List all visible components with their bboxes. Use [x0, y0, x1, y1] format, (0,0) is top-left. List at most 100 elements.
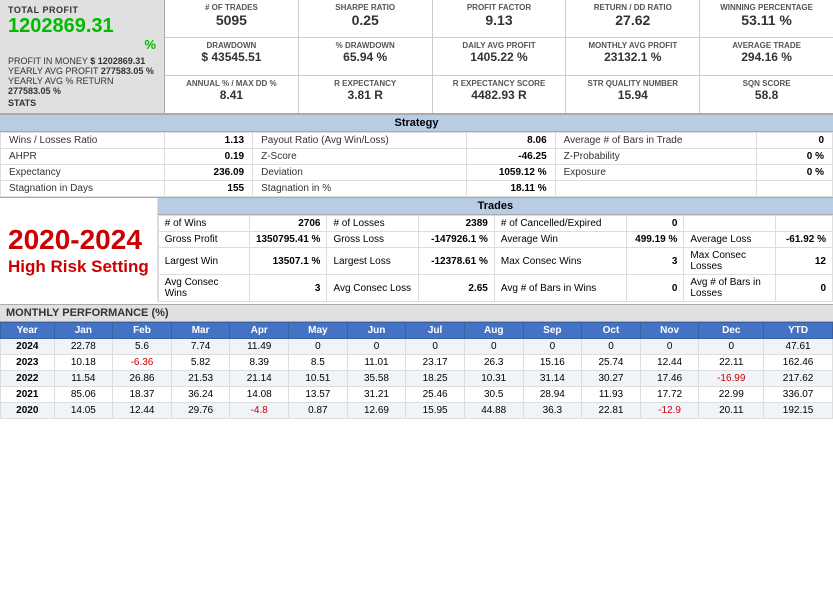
- monthly-cell: 25.74: [582, 355, 641, 371]
- monthly-row: 202185.0618.3736.2414.0813.5731.2125.463…: [1, 387, 833, 403]
- monthly-cell: 336.07: [764, 387, 833, 403]
- yearly-return-label: YEARLY AVG % RETURN: [8, 76, 156, 86]
- total-profit-box: TOTAL PROFIT 1202869.31 % PROFIT IN MONE…: [0, 0, 165, 113]
- monthly-cell: 8.5: [289, 355, 348, 371]
- col-may: May: [289, 323, 348, 339]
- total-profit-label: TOTAL PROFIT: [8, 5, 156, 15]
- monthly-row: 202422.785.67.7411.490000000047.61: [1, 339, 833, 355]
- total-profit-value: 1202869.31: [8, 15, 156, 37]
- stat-sharpe: SHARPE RATIO 0.25: [299, 0, 433, 37]
- stat-str-quality: STR QUALITY NUMBER 15.94: [566, 76, 700, 113]
- stat-drawdown: DRAWDOWN $ 43545.51: [165, 38, 299, 75]
- monthly-cell: 11.49: [230, 339, 289, 355]
- profit-money-label: PROFIT IN MONEY: [8, 56, 88, 66]
- monthly-cell: 36.3: [523, 403, 582, 419]
- monthly-cell: 23.17: [406, 355, 465, 371]
- monthly-cell: 17.72: [640, 387, 699, 403]
- monthly-cell: 36.24: [171, 387, 230, 403]
- monthly-cell: 21.14: [230, 371, 289, 387]
- stat-profit-factor: PROFIT FACTOR 9.13: [433, 0, 567, 37]
- strategy-header: Strategy: [0, 115, 833, 132]
- monthly-cell: 8.39: [230, 355, 289, 371]
- monthly-cell: 31.14: [523, 371, 582, 387]
- monthly-cell: 12.44: [113, 403, 172, 419]
- stat-trades-label: # OF TRADES: [169, 3, 294, 12]
- col-apr: Apr: [230, 323, 289, 339]
- monthly-cell: 0: [640, 339, 699, 355]
- monthly-cell: -12.9: [640, 403, 699, 419]
- monthly-row: 202014.0512.4429.76-4.80.8712.6915.9544.…: [1, 403, 833, 419]
- monthly-cell: 17.46: [640, 371, 699, 387]
- trades-table: # of Wins 2706 # of Losses 2389 # of Can…: [158, 215, 833, 302]
- strategy-row-3: Expectancy 236.09 Deviation 1059.12 % Ex…: [1, 165, 833, 181]
- col-feb: Feb: [113, 323, 172, 339]
- monthly-header-row: Year Jan Feb Mar Apr May Jun Jul Aug Sep…: [1, 323, 833, 339]
- strategy-table: Wins / Losses Ratio 1.13 Payout Ratio (A…: [0, 132, 833, 197]
- trades-row-4: Avg Consec Wins 3 Avg Consec Loss 2.65 A…: [158, 275, 832, 302]
- monthly-cell: 18.25: [406, 371, 465, 387]
- top-section: TOTAL PROFIT 1202869.31 % PROFIT IN MONE…: [0, 0, 833, 115]
- monthly-row: 202211.5426.8621.5321.1410.5135.5818.251…: [1, 371, 833, 387]
- col-jul: Jul: [406, 323, 465, 339]
- monthly-section: MONTHLY PERFORMANCE (%) Year Jan Feb Mar…: [0, 304, 833, 419]
- stat-avg-trade: AVERAGE TRADE 294.16 %: [700, 38, 833, 75]
- monthly-cell: 162.46: [764, 355, 833, 371]
- stats-row-1: # OF TRADES 5095 SHARPE RATIO 0.25 PROFI…: [165, 0, 833, 38]
- stat-winning-pct: WINNING PERCENTAGE 53.11 %: [700, 0, 833, 37]
- stat-trades: # OF TRADES 5095: [165, 0, 299, 37]
- col-nov: Nov: [640, 323, 699, 339]
- monthly-cell: 26.86: [113, 371, 172, 387]
- monthly-cell: 11.93: [582, 387, 641, 403]
- monthly-cell: 10.31: [464, 371, 523, 387]
- monthly-cell: 31.21: [347, 387, 406, 403]
- monthly-cell: 12.44: [640, 355, 699, 371]
- monthly-cell: 35.58: [347, 371, 406, 387]
- col-year: Year: [1, 323, 55, 339]
- trades-right: Trades # of Wins 2706 # of Losses 2389 #…: [158, 198, 833, 302]
- monthly-cell: 11.54: [54, 371, 113, 387]
- col-jan: Jan: [54, 323, 113, 339]
- monthly-cell: 25.46: [406, 387, 465, 403]
- monthly-cell: 30.5: [464, 387, 523, 403]
- monthly-cell: 14.05: [54, 403, 113, 419]
- strategy-section: Wins / Losses Ratio 1.13 Payout Ratio (A…: [0, 132, 833, 198]
- monthly-year: 2023: [1, 355, 55, 371]
- stat-trades-value: 5095: [169, 12, 294, 28]
- trades-row-3: Largest Win 13507.1 % Largest Loss -1237…: [158, 248, 832, 275]
- monthly-cell: 44.88: [464, 403, 523, 419]
- stats-label: STATS: [8, 98, 156, 108]
- monthly-cell: 22.99: [699, 387, 764, 403]
- monthly-cell: 85.06: [54, 387, 113, 403]
- monthly-cell: 0: [699, 339, 764, 355]
- monthly-cell: 20.11: [699, 403, 764, 419]
- monthly-year: 2022: [1, 371, 55, 387]
- stat-daily-avg: DAILY AVG PROFIT 1405.22 %: [433, 38, 567, 75]
- monthly-cell: -4.8: [230, 403, 289, 419]
- trades-header: Trades: [158, 198, 833, 215]
- monthly-cell: 0: [347, 339, 406, 355]
- stat-r-expectancy: R EXPECTANCY 3.81 R: [299, 76, 433, 113]
- monthly-cell: 22.81: [582, 403, 641, 419]
- monthly-cell: 0: [523, 339, 582, 355]
- monthly-year: 2021: [1, 387, 55, 403]
- stats-grid: # OF TRADES 5095 SHARPE RATIO 0.25 PROFI…: [165, 0, 833, 113]
- strategy-row-1: Wins / Losses Ratio 1.13 Payout Ratio (A…: [1, 133, 833, 149]
- stats-row-2: DRAWDOWN $ 43545.51 % DRAWDOWN 65.94 % D…: [165, 38, 833, 76]
- monthly-cell: -16.99: [699, 371, 764, 387]
- monthly-table: Year Jan Feb Mar Apr May Jun Jul Aug Sep…: [0, 322, 833, 419]
- stat-pct-drawdown: % DRAWDOWN 65.94 %: [299, 38, 433, 75]
- monthly-cell: 28.94: [523, 387, 582, 403]
- monthly-cell: 13.57: [289, 387, 348, 403]
- monthly-cell: 0: [582, 339, 641, 355]
- monthly-cell: 22.11: [699, 355, 764, 371]
- monthly-cell: 12.69: [347, 403, 406, 419]
- monthly-year: 2020: [1, 403, 55, 419]
- monthly-cell: 29.76: [171, 403, 230, 419]
- trades-row-2: Gross Profit 1350795.41 % Gross Loss -14…: [158, 232, 832, 248]
- monthly-cell: 0.87: [289, 403, 348, 419]
- total-profit-percent: %: [8, 37, 156, 52]
- col-ytd: YTD: [764, 323, 833, 339]
- col-oct: Oct: [582, 323, 641, 339]
- profit-money-value: $ 1202869.31: [90, 56, 145, 66]
- monthly-cell: 10.18: [54, 355, 113, 371]
